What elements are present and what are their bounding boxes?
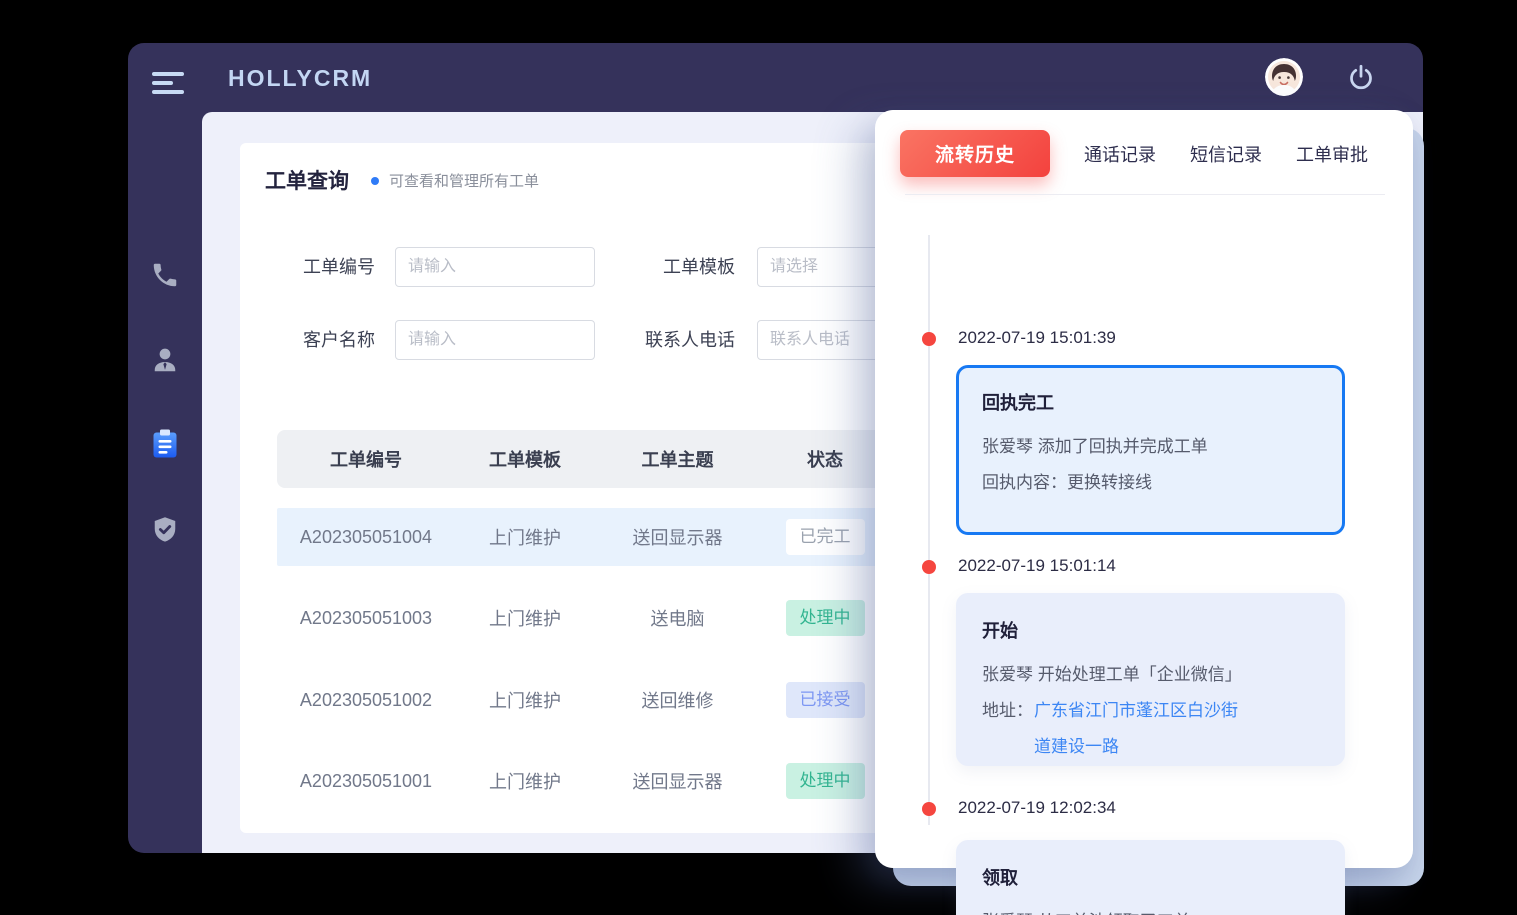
panel-tabs: 流转历史 通话记录 短信记录 工单审批 — [900, 130, 1368, 177]
page-title: 工单查询 — [265, 165, 349, 195]
menu-icon[interactable] — [152, 72, 184, 96]
cell-order-id: A202305051002 — [277, 690, 455, 711]
work-orders-icon[interactable] — [150, 428, 180, 460]
page-subtitle: 可查看和管理所有工单 — [389, 170, 539, 191]
filter-label-phone: 联系人电话 — [625, 320, 735, 360]
cell-template: 上门维护 — [455, 524, 595, 550]
timeline-address-row: 地址： 广东省江门市蓬江区白沙街道建设一路 — [982, 693, 1319, 765]
stage: HOLLYCRM — [0, 0, 1517, 915]
cell-order-id: A202305051004 — [277, 527, 455, 548]
security-icon[interactable] — [150, 515, 180, 547]
timeline-card-title: 开始 — [982, 617, 1319, 643]
timeline-dot-icon — [922, 332, 936, 346]
timeline-card-line: 张爱琴 添加了回执并完成工单 — [982, 429, 1319, 465]
tab-call-records[interactable]: 通话记录 — [1084, 141, 1156, 167]
timeline-card-completed[interactable]: 回执完工 张爱琴 添加了回执并完成工单 回执内容：更换转接线 — [956, 365, 1345, 535]
cell-subject: 送回显示器 — [595, 768, 760, 794]
timeline-time: 2022-07-19 12:02:34 — [958, 798, 1116, 818]
timeline-dot-icon — [922, 560, 936, 574]
sidebar — [128, 112, 202, 853]
timeline-dot-icon — [922, 802, 936, 816]
tab-sms-records[interactable]: 短信记录 — [1190, 141, 1262, 167]
timeline-card-line: 张爱琴 从工单池领取了工单 — [982, 904, 1319, 915]
address-label: 地址： — [982, 693, 1034, 765]
timeline-card-line: 张爱琴 开始处理工单「企业微信」 — [982, 657, 1319, 693]
cell-template: 上门维护 — [455, 768, 595, 794]
avatar[interactable] — [1265, 58, 1303, 96]
cell-subject: 送回维修 — [595, 687, 760, 713]
status-badge: 已接受 — [786, 682, 865, 718]
col-order-id: 工单编号 — [277, 446, 455, 472]
cell-order-id: A202305051003 — [277, 608, 455, 629]
cell-template: 上门维护 — [455, 605, 595, 631]
status-badge: 处理中 — [786, 600, 865, 636]
timeline-time: 2022-07-19 15:01:14 — [958, 556, 1116, 576]
power-icon[interactable] — [1346, 63, 1376, 93]
filter-label-template: 工单模板 — [625, 247, 735, 287]
status-badge: 已完工 — [786, 519, 865, 555]
flow-history-timeline: 2022-07-19 15:01:39 回执完工 张爱琴 添加了回执并完成工单 … — [875, 220, 1413, 868]
phone-icon[interactable] — [150, 260, 180, 292]
timeline-card-claim[interactable]: 领取 张爱琴 从工单池领取了工单 — [956, 840, 1345, 915]
status-badge: 处理中 — [786, 763, 865, 799]
timeline-card-start[interactable]: 开始 张爱琴 开始处理工单「企业微信」 地址： 广东省江门市蓬江区白沙街道建设一… — [956, 593, 1345, 766]
contacts-icon[interactable] — [150, 345, 180, 377]
cell-order-id: A202305051001 — [277, 771, 455, 792]
col-template: 工单模板 — [455, 446, 595, 472]
timeline-card-line: 回执内容：更换转接线 — [982, 465, 1319, 501]
order-id-input[interactable] — [395, 247, 595, 287]
filter-label-customer: 客户名称 — [283, 320, 375, 360]
timeline-time: 2022-07-19 15:01:39 — [958, 328, 1116, 348]
card-title-row: 工单查询 可查看和管理所有工单 — [265, 165, 539, 195]
col-status: 状态 — [760, 446, 890, 472]
filter-label-order-id: 工单编号 — [283, 247, 375, 287]
cell-subject: 送回显示器 — [595, 524, 760, 550]
detail-panel: 流转历史 通话记录 短信记录 工单审批 2022-07-19 15:01:39 … — [875, 110, 1413, 868]
timeline-line — [928, 235, 930, 825]
subtitle-dot-icon — [371, 177, 379, 185]
tab-order-approval[interactable]: 工单审批 — [1296, 141, 1368, 167]
address-link[interactable]: 广东省江门市蓬江区白沙街道建设一路 — [1034, 693, 1246, 765]
customer-name-input[interactable] — [395, 320, 595, 360]
cell-subject: 送电脑 — [595, 605, 760, 631]
tab-flow-history[interactable]: 流转历史 — [900, 130, 1050, 177]
tab-divider — [905, 194, 1385, 195]
col-subject: 工单主题 — [595, 446, 760, 472]
timeline-card-title: 领取 — [982, 864, 1319, 890]
app-logo: HOLLYCRM — [228, 65, 372, 92]
cell-template: 上门维护 — [455, 687, 595, 713]
timeline-card-title: 回执完工 — [982, 389, 1319, 415]
app-header: HOLLYCRM — [128, 43, 1423, 112]
